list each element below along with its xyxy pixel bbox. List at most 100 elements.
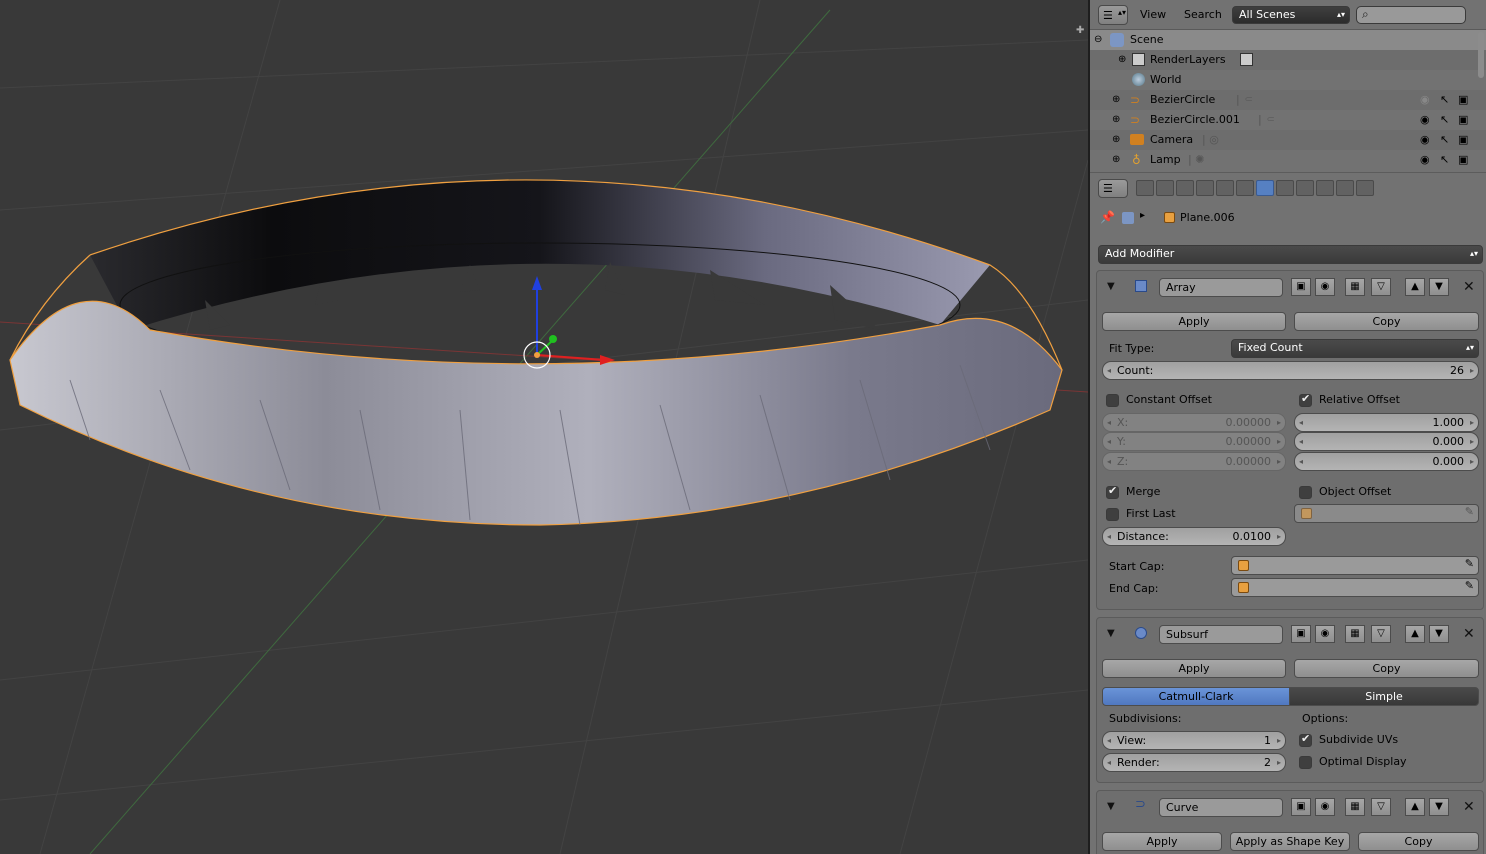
object-offset-checkbox[interactable] [1299, 486, 1312, 499]
fit-type-dropdown[interactable]: Fixed Count ▴▾ [1231, 339, 1479, 358]
cursor-icon[interactable]: ↖ [1440, 90, 1449, 110]
collapse-icon[interactable]: ⊖ [1094, 30, 1102, 50]
material-tab-icon[interactable] [1296, 180, 1314, 196]
eye-icon[interactable]: ◉ [1420, 90, 1430, 110]
object-tab-icon[interactable] [1216, 180, 1234, 196]
editor-type-menu[interactable]: ☰ ▴▾ [1098, 5, 1128, 25]
render-icon[interactable]: ▣ [1458, 150, 1468, 170]
pin-icon[interactable]: 📌 [1100, 210, 1115, 224]
eyedropper-icon[interactable]: ✎ [1465, 579, 1474, 592]
merge-checkbox[interactable] [1106, 484, 1119, 499]
close-icon[interactable]: ✕ [1463, 799, 1475, 815]
catmull-clark-toggle[interactable]: Catmull-Clark [1102, 687, 1290, 706]
move-down-icon[interactable]: ▼ [1429, 798, 1449, 816]
constant-offset-checkbox[interactable] [1106, 394, 1119, 407]
copy-button[interactable]: Copy [1294, 659, 1479, 678]
apply-button[interactable]: Apply [1102, 832, 1222, 851]
cage-toggle-icon[interactable]: ▽ [1371, 625, 1391, 643]
modifier-name-field[interactable]: Curve [1159, 798, 1283, 817]
cage-toggle-icon[interactable]: ▽ [1371, 278, 1391, 296]
render-toggle-icon[interactable]: ▣ [1291, 278, 1311, 296]
offset-object-field[interactable]: ✎ [1294, 504, 1479, 523]
data-tab-icon[interactable] [1276, 180, 1294, 196]
outliner-row-beziercircle001[interactable]: ⊕ ⊃ BezierCircle.001 | ⸦ ◉ ↖ ▣ [1090, 110, 1486, 130]
expand-icon[interactable]: ⊕ [1112, 90, 1120, 110]
expand-icon[interactable]: ⊕ [1112, 150, 1120, 170]
constant-y-field[interactable]: ◂ Y: 0.00000 ▸ [1102, 432, 1286, 451]
expand-icon[interactable]: ⊕ [1112, 130, 1120, 150]
relative-y-field[interactable]: ◂ 0.000 ▸ [1294, 432, 1479, 451]
close-icon[interactable]: ✕ [1463, 279, 1475, 295]
viewport-corner-widget[interactable]: ✚ [1076, 26, 1086, 36]
move-up-icon[interactable]: ▲ [1405, 278, 1425, 296]
outliner-row-world[interactable]: World [1090, 70, 1486, 90]
particles-tab-icon[interactable] [1336, 180, 1354, 196]
distance-field[interactable]: ◂ Distance: 0.0100 ▸ [1102, 527, 1286, 546]
editmode-toggle-icon[interactable]: ▦ [1345, 278, 1365, 296]
render-levels-field[interactable]: ◂ Render: 2 ▸ [1102, 753, 1286, 772]
view-menu[interactable]: View [1140, 8, 1166, 21]
end-cap-field[interactable]: ✎ [1231, 578, 1479, 597]
render-tab-icon[interactable] [1136, 180, 1154, 196]
expand-icon[interactable]: ⊕ [1112, 110, 1120, 130]
constraints-tab-icon[interactable] [1236, 180, 1254, 196]
cursor-icon[interactable]: ↖ [1440, 130, 1449, 150]
view-levels-field[interactable]: ◂ View: 1 ▸ [1102, 731, 1286, 750]
eyedropper-icon[interactable]: ✎ [1465, 557, 1474, 570]
transform-manipulator[interactable] [523, 276, 615, 369]
outliner-search-input[interactable]: ⌕ [1356, 6, 1466, 24]
search-menu[interactable]: Search [1184, 8, 1222, 21]
eyedropper-icon[interactable]: ✎ [1465, 505, 1474, 518]
render-toggle-icon[interactable]: ▣ [1291, 798, 1311, 816]
outliner-row-camera[interactable]: ⊕ Camera | ◎ ◉ ↖ ▣ [1090, 130, 1486, 150]
viewport-toggle-icon[interactable]: ◉ [1315, 625, 1335, 643]
copy-button[interactable]: Copy [1358, 832, 1479, 851]
start-cap-field[interactable]: ✎ [1231, 556, 1479, 575]
scene-tab-icon[interactable] [1176, 180, 1194, 196]
eye-icon[interactable]: ◉ [1420, 110, 1430, 130]
apply-button[interactable]: Apply [1102, 312, 1286, 331]
outliner-row-scene[interactable]: ⊖ Scene [1090, 30, 1486, 50]
outliner-row-lamp[interactable]: ⊕ ♁ Lamp | ✺ ◉ ↖ ▣ [1090, 150, 1486, 170]
constant-z-field[interactable]: ◂ Z: 0.00000 ▸ [1102, 452, 1286, 471]
collapse-triangle-icon[interactable]: ▼ [1107, 281, 1115, 292]
simple-toggle[interactable]: Simple [1289, 687, 1479, 706]
texture-tab-icon[interactable] [1316, 180, 1334, 196]
collapse-triangle-icon[interactable]: ▼ [1107, 801, 1115, 812]
3d-viewport[interactable]: ✚ [0, 0, 1088, 854]
renderlayer-tab-icon[interactable] [1156, 180, 1174, 196]
move-up-icon[interactable]: ▲ [1405, 625, 1425, 643]
editor-type-menu[interactable]: ☰ [1098, 179, 1128, 198]
viewport-canvas[interactable] [0, 0, 1088, 854]
eye-icon[interactable]: ◉ [1420, 130, 1430, 150]
count-field[interactable]: ◂ Count: 26 ▸ [1102, 361, 1479, 380]
cursor-icon[interactable]: ↖ [1440, 150, 1449, 170]
render-toggle-icon[interactable]: ▣ [1291, 625, 1311, 643]
move-down-icon[interactable]: ▼ [1429, 278, 1449, 296]
outliner-row-beziercircle[interactable]: ⊕ ⊃ BezierCircle | ⸦ ◉ ↖ ▣ [1090, 90, 1486, 110]
copy-button[interactable]: Copy [1294, 312, 1479, 331]
physics-tab-icon[interactable] [1356, 180, 1374, 196]
expand-icon[interactable]: ⊕ [1118, 50, 1126, 70]
move-up-icon[interactable]: ▲ [1405, 798, 1425, 816]
editmode-toggle-icon[interactable]: ▦ [1345, 625, 1365, 643]
optimal-display-checkbox[interactable] [1299, 756, 1312, 769]
scene-filter-dropdown[interactable]: All Scenes ▴▾ [1232, 6, 1350, 24]
outliner-row-renderlayers[interactable]: ⊕ RenderLayers [1090, 50, 1486, 70]
render-icon[interactable]: ▣ [1458, 130, 1468, 150]
world-tab-icon[interactable] [1196, 180, 1214, 196]
render-icon[interactable]: ▣ [1458, 110, 1468, 130]
collapse-triangle-icon[interactable]: ▼ [1107, 628, 1115, 639]
relative-offset-checkbox[interactable] [1299, 392, 1312, 407]
constant-x-field[interactable]: ◂ X: 0.00000 ▸ [1102, 413, 1286, 432]
cursor-icon[interactable]: ↖ [1440, 110, 1449, 130]
first-last-checkbox[interactable] [1106, 508, 1119, 521]
relative-x-field[interactable]: ◂ 1.000 ▸ [1294, 413, 1479, 432]
apply-as-shape-key-button[interactable]: Apply as Shape Key [1230, 832, 1350, 851]
viewport-toggle-icon[interactable]: ◉ [1315, 278, 1335, 296]
modifier-name-field[interactable]: Subsurf [1159, 625, 1283, 644]
add-modifier-dropdown[interactable]: Add Modifier ▴▾ [1098, 245, 1483, 264]
modifier-name-field[interactable]: Array [1159, 278, 1283, 297]
subdivide-uvs-checkbox[interactable] [1299, 732, 1312, 747]
cage-toggle-icon[interactable]: ▽ [1371, 798, 1391, 816]
